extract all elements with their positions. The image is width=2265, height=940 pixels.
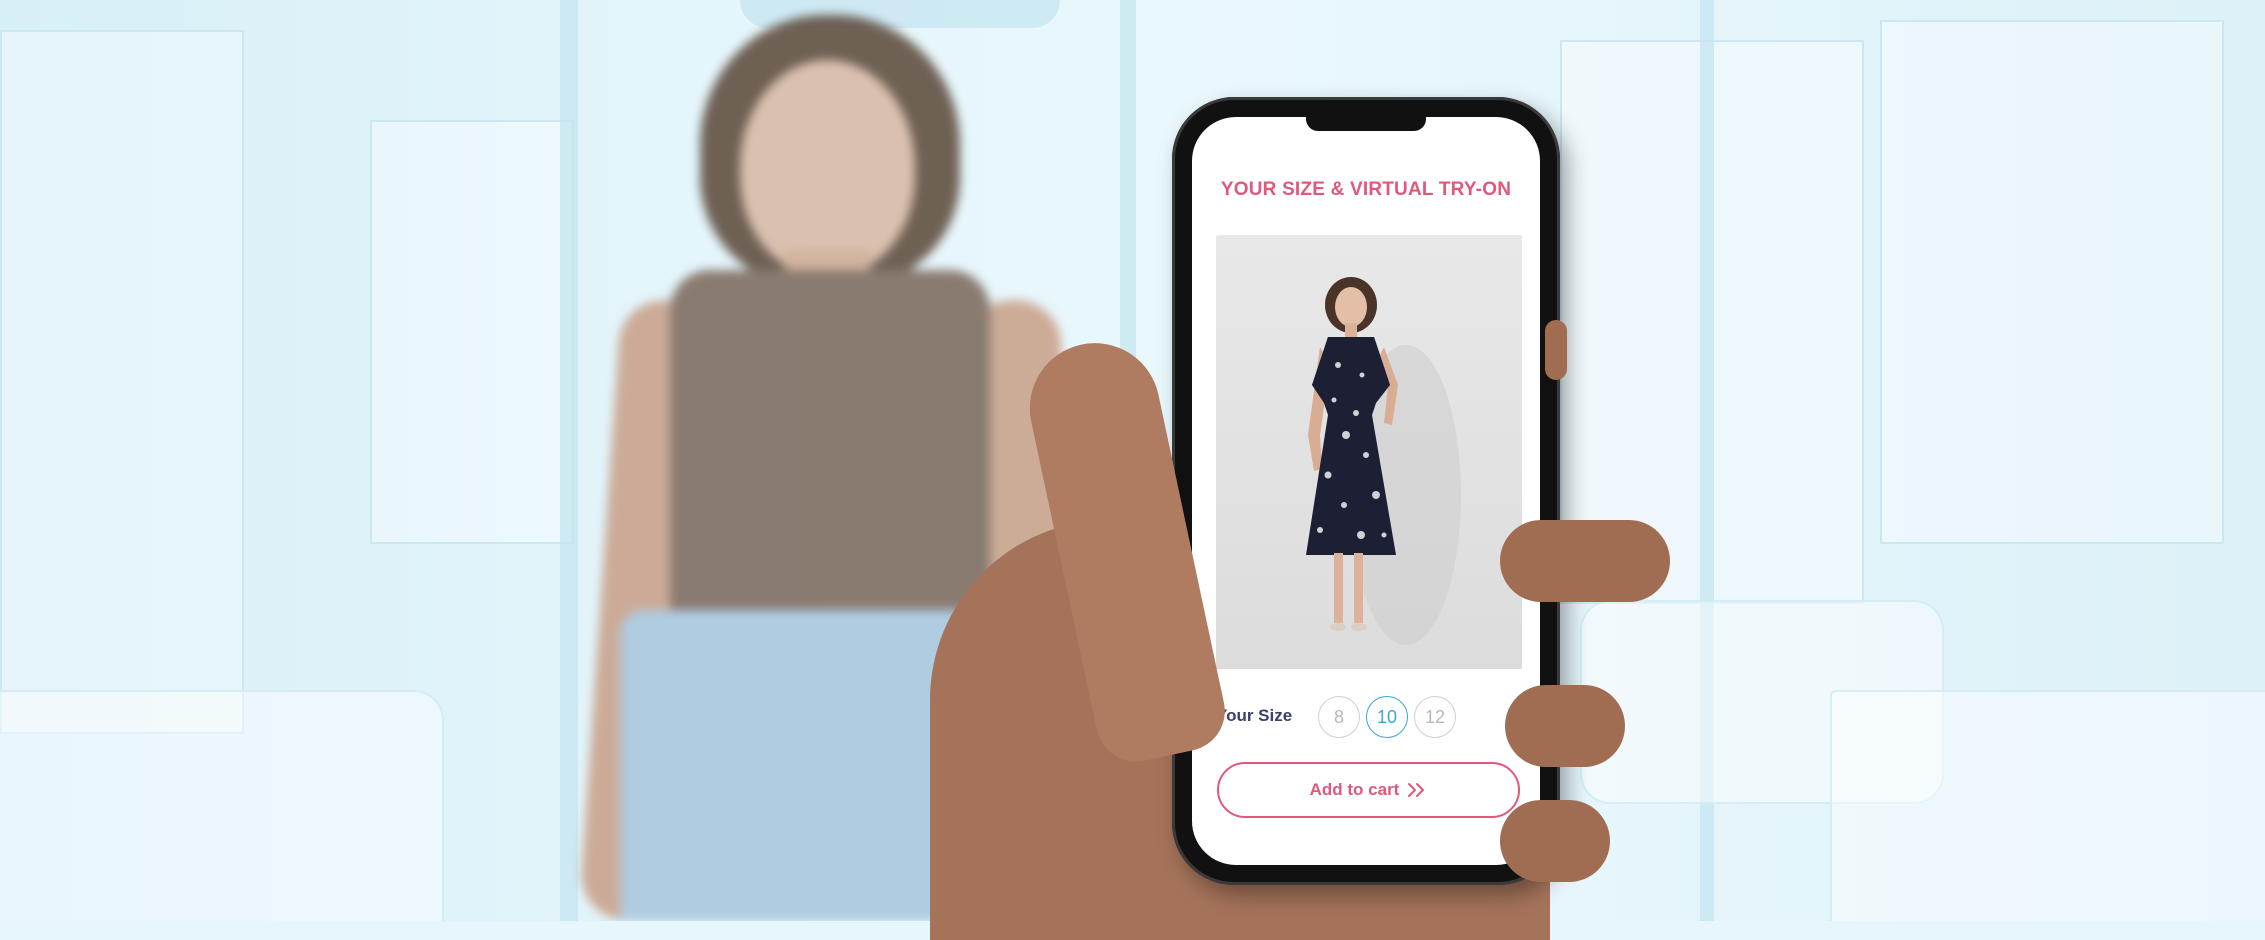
window-panel (0, 30, 244, 734)
page-title: YOUR SIZE & VIRTUAL TRY-ON (1220, 179, 1512, 200)
window-panel (370, 120, 574, 544)
finger (1545, 320, 1567, 380)
finger (1500, 800, 1610, 882)
add-to-cart-label: Add to cart (1309, 780, 1400, 799)
size-option-10[interactable]: 10 (1366, 696, 1408, 738)
size-label: Your Size (1216, 706, 1293, 725)
double-chevron-right-icon (1408, 783, 1425, 797)
sofa (0, 690, 444, 921)
window-panel (1880, 20, 2224, 544)
model-in-dress-image (1306, 277, 1461, 645)
size-option-12[interactable]: 12 (1414, 696, 1456, 738)
product-photo (1216, 235, 1522, 669)
finger (1505, 685, 1625, 767)
add-to-cart-button[interactable]: Add to cart (1217, 762, 1520, 818)
finger (1500, 520, 1670, 602)
phone-notch (1306, 117, 1426, 131)
smartphone: YOUR SIZE & VIRTUAL TRY-ON Your Size 8 1… (1172, 97, 1560, 885)
side-table (1830, 690, 2265, 921)
size-options: 8 10 12 (1318, 696, 1456, 738)
size-option-8[interactable]: 8 (1318, 696, 1360, 738)
phone-screen: YOUR SIZE & VIRTUAL TRY-ON Your Size 8 1… (1192, 117, 1540, 865)
